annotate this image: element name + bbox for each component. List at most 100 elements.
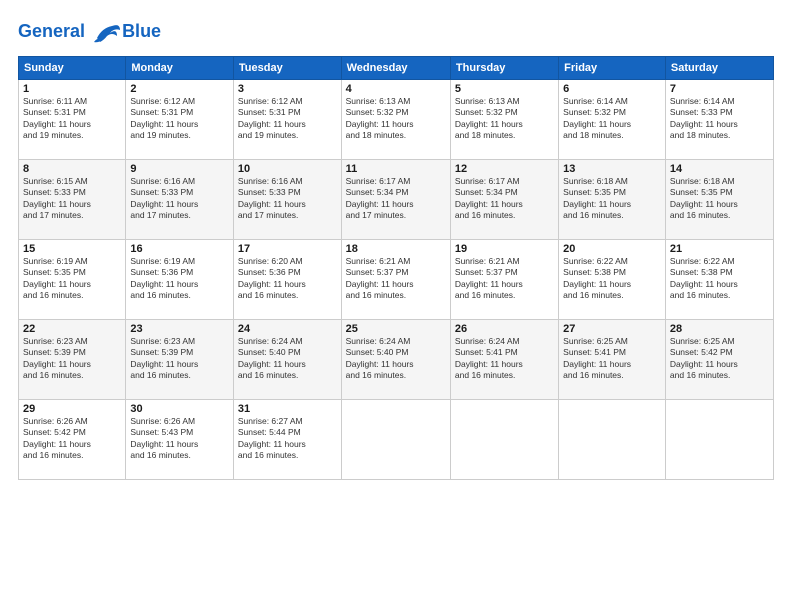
calendar-week-5: 29Sunrise: 6:26 AM Sunset: 5:42 PM Dayli… — [19, 400, 774, 480]
calendar-header-row: SundayMondayTuesdayWednesdayThursdayFrid… — [19, 57, 774, 80]
day-number: 30 — [130, 403, 229, 415]
header: General Blue — [18, 18, 774, 46]
day-info: Sunrise: 6:17 AM Sunset: 5:34 PM Dayligh… — [346, 176, 446, 222]
day-number: 3 — [238, 83, 337, 95]
calendar-day-17: 17Sunrise: 6:20 AM Sunset: 5:36 PM Dayli… — [233, 240, 341, 320]
day-number: 8 — [23, 163, 121, 175]
calendar-day-7: 7Sunrise: 6:14 AM Sunset: 5:33 PM Daylig… — [665, 80, 773, 160]
day-info: Sunrise: 6:23 AM Sunset: 5:39 PM Dayligh… — [23, 336, 121, 382]
calendar-day-2: 2Sunrise: 6:12 AM Sunset: 5:31 PM Daylig… — [126, 80, 234, 160]
calendar-day-22: 22Sunrise: 6:23 AM Sunset: 5:39 PM Dayli… — [19, 320, 126, 400]
calendar-day-15: 15Sunrise: 6:19 AM Sunset: 5:35 PM Dayli… — [19, 240, 126, 320]
calendar-header-tuesday: Tuesday — [233, 57, 341, 80]
calendar-day-26: 26Sunrise: 6:24 AM Sunset: 5:41 PM Dayli… — [450, 320, 558, 400]
day-number: 1 — [23, 83, 121, 95]
day-info: Sunrise: 6:23 AM Sunset: 5:39 PM Dayligh… — [130, 336, 229, 382]
empty-cell — [450, 400, 558, 480]
logo-general: General — [18, 21, 85, 41]
calendar-header-monday: Monday — [126, 57, 234, 80]
calendar-day-5: 5Sunrise: 6:13 AM Sunset: 5:32 PM Daylig… — [450, 80, 558, 160]
logo-bird-icon — [92, 18, 122, 46]
day-info: Sunrise: 6:21 AM Sunset: 5:37 PM Dayligh… — [455, 256, 554, 302]
calendar-day-25: 25Sunrise: 6:24 AM Sunset: 5:40 PM Dayli… — [341, 320, 450, 400]
day-info: Sunrise: 6:13 AM Sunset: 5:32 PM Dayligh… — [455, 96, 554, 142]
day-number: 21 — [670, 243, 769, 255]
calendar-header-sunday: Sunday — [19, 57, 126, 80]
day-info: Sunrise: 6:25 AM Sunset: 5:42 PM Dayligh… — [670, 336, 769, 382]
calendar-day-1: 1Sunrise: 6:11 AM Sunset: 5:31 PM Daylig… — [19, 80, 126, 160]
day-number: 16 — [130, 243, 229, 255]
day-number: 17 — [238, 243, 337, 255]
calendar-header-thursday: Thursday — [450, 57, 558, 80]
day-number: 29 — [23, 403, 121, 415]
calendar-day-11: 11Sunrise: 6:17 AM Sunset: 5:34 PM Dayli… — [341, 160, 450, 240]
day-number: 10 — [238, 163, 337, 175]
calendar-day-10: 10Sunrise: 6:16 AM Sunset: 5:33 PM Dayli… — [233, 160, 341, 240]
day-info: Sunrise: 6:12 AM Sunset: 5:31 PM Dayligh… — [238, 96, 337, 142]
day-number: 11 — [346, 163, 446, 175]
day-number: 14 — [670, 163, 769, 175]
calendar-day-14: 14Sunrise: 6:18 AM Sunset: 5:35 PM Dayli… — [665, 160, 773, 240]
page: General Blue SundayMondayTuesdayWednesda… — [0, 0, 792, 612]
day-info: Sunrise: 6:14 AM Sunset: 5:32 PM Dayligh… — [563, 96, 661, 142]
calendar-day-31: 31Sunrise: 6:27 AM Sunset: 5:44 PM Dayli… — [233, 400, 341, 480]
day-info: Sunrise: 6:22 AM Sunset: 5:38 PM Dayligh… — [563, 256, 661, 302]
calendar-day-16: 16Sunrise: 6:19 AM Sunset: 5:36 PM Dayli… — [126, 240, 234, 320]
day-number: 28 — [670, 323, 769, 335]
calendar-week-3: 15Sunrise: 6:19 AM Sunset: 5:35 PM Dayli… — [19, 240, 774, 320]
calendar-header-wednesday: Wednesday — [341, 57, 450, 80]
logo-blue: Blue — [122, 21, 161, 42]
day-number: 15 — [23, 243, 121, 255]
day-info: Sunrise: 6:19 AM Sunset: 5:36 PM Dayligh… — [130, 256, 229, 302]
day-number: 9 — [130, 163, 229, 175]
calendar-day-9: 9Sunrise: 6:16 AM Sunset: 5:33 PM Daylig… — [126, 160, 234, 240]
calendar-week-2: 8Sunrise: 6:15 AM Sunset: 5:33 PM Daylig… — [19, 160, 774, 240]
calendar-header-saturday: Saturday — [665, 57, 773, 80]
day-info: Sunrise: 6:24 AM Sunset: 5:40 PM Dayligh… — [238, 336, 337, 382]
day-info: Sunrise: 6:19 AM Sunset: 5:35 PM Dayligh… — [23, 256, 121, 302]
day-number: 12 — [455, 163, 554, 175]
day-info: Sunrise: 6:26 AM Sunset: 5:43 PM Dayligh… — [130, 416, 229, 462]
day-number: 20 — [563, 243, 661, 255]
calendar-week-4: 22Sunrise: 6:23 AM Sunset: 5:39 PM Dayli… — [19, 320, 774, 400]
calendar-day-24: 24Sunrise: 6:24 AM Sunset: 5:40 PM Dayli… — [233, 320, 341, 400]
day-info: Sunrise: 6:14 AM Sunset: 5:33 PM Dayligh… — [670, 96, 769, 142]
day-number: 2 — [130, 83, 229, 95]
calendar-day-19: 19Sunrise: 6:21 AM Sunset: 5:37 PM Dayli… — [450, 240, 558, 320]
calendar-day-28: 28Sunrise: 6:25 AM Sunset: 5:42 PM Dayli… — [665, 320, 773, 400]
calendar-week-1: 1Sunrise: 6:11 AM Sunset: 5:31 PM Daylig… — [19, 80, 774, 160]
day-info: Sunrise: 6:16 AM Sunset: 5:33 PM Dayligh… — [238, 176, 337, 222]
calendar-day-23: 23Sunrise: 6:23 AM Sunset: 5:39 PM Dayli… — [126, 320, 234, 400]
calendar-day-13: 13Sunrise: 6:18 AM Sunset: 5:35 PM Dayli… — [559, 160, 666, 240]
day-number: 13 — [563, 163, 661, 175]
calendar-day-18: 18Sunrise: 6:21 AM Sunset: 5:37 PM Dayli… — [341, 240, 450, 320]
day-number: 6 — [563, 83, 661, 95]
day-number: 7 — [670, 83, 769, 95]
day-info: Sunrise: 6:13 AM Sunset: 5:32 PM Dayligh… — [346, 96, 446, 142]
calendar-day-6: 6Sunrise: 6:14 AM Sunset: 5:32 PM Daylig… — [559, 80, 666, 160]
day-info: Sunrise: 6:24 AM Sunset: 5:41 PM Dayligh… — [455, 336, 554, 382]
day-info: Sunrise: 6:12 AM Sunset: 5:31 PM Dayligh… — [130, 96, 229, 142]
day-info: Sunrise: 6:21 AM Sunset: 5:37 PM Dayligh… — [346, 256, 446, 302]
day-info: Sunrise: 6:16 AM Sunset: 5:33 PM Dayligh… — [130, 176, 229, 222]
day-number: 27 — [563, 323, 661, 335]
empty-cell — [559, 400, 666, 480]
day-info: Sunrise: 6:17 AM Sunset: 5:34 PM Dayligh… — [455, 176, 554, 222]
day-number: 19 — [455, 243, 554, 255]
day-info: Sunrise: 6:18 AM Sunset: 5:35 PM Dayligh… — [563, 176, 661, 222]
calendar-day-21: 21Sunrise: 6:22 AM Sunset: 5:38 PM Dayli… — [665, 240, 773, 320]
empty-cell — [665, 400, 773, 480]
day-number: 31 — [238, 403, 337, 415]
empty-cell — [341, 400, 450, 480]
calendar-day-20: 20Sunrise: 6:22 AM Sunset: 5:38 PM Dayli… — [559, 240, 666, 320]
day-info: Sunrise: 6:11 AM Sunset: 5:31 PM Dayligh… — [23, 96, 121, 142]
calendar: SundayMondayTuesdayWednesdayThursdayFrid… — [18, 56, 774, 480]
logo: General Blue — [18, 18, 161, 46]
day-info: Sunrise: 6:22 AM Sunset: 5:38 PM Dayligh… — [670, 256, 769, 302]
day-info: Sunrise: 6:20 AM Sunset: 5:36 PM Dayligh… — [238, 256, 337, 302]
day-info: Sunrise: 6:26 AM Sunset: 5:42 PM Dayligh… — [23, 416, 121, 462]
day-info: Sunrise: 6:18 AM Sunset: 5:35 PM Dayligh… — [670, 176, 769, 222]
calendar-day-3: 3Sunrise: 6:12 AM Sunset: 5:31 PM Daylig… — [233, 80, 341, 160]
calendar-day-30: 30Sunrise: 6:26 AM Sunset: 5:43 PM Dayli… — [126, 400, 234, 480]
day-number: 4 — [346, 83, 446, 95]
